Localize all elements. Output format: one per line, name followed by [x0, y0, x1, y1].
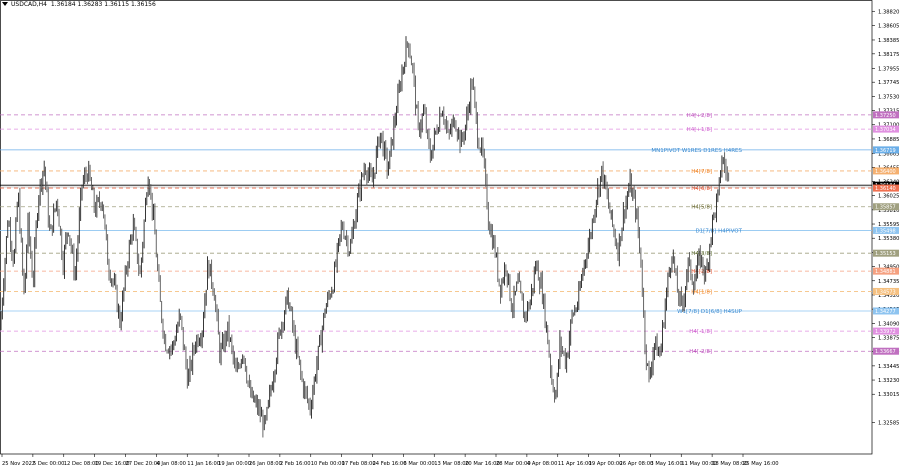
- level-label: H4[7/8]: [691, 169, 712, 175]
- x-tick-label: 5 Dec 00:00: [33, 461, 65, 467]
- candles: [0, 36, 730, 438]
- plot-frame: [0, 0, 873, 455]
- y-tick-label: 1.37745: [878, 80, 899, 86]
- x-tick-label: 19 Jan 00:00: [218, 461, 251, 467]
- price-tag-label: 1.36140: [875, 186, 896, 192]
- x-tick-label: 4 Apr 08:00: [527, 461, 558, 467]
- y-tick-label: 1.34090: [878, 321, 899, 327]
- price-tag-label: 1.33972: [875, 329, 896, 335]
- y-tick-label: 1.37530: [878, 94, 899, 100]
- x-tick-label: 10 Feb 00:00: [311, 461, 345, 467]
- x-tick-label: 11 Jan 16:00: [187, 461, 220, 467]
- level-lines: H4[+2/8] H4[+1/8] MN1PIVOT W1RES D1RES H4R…: [0, 113, 872, 355]
- level-label: D1[7/8] H4PIVOT: [695, 228, 742, 234]
- x-tick-label: 25 May 16:00: [743, 461, 779, 467]
- price-tag-label: 1.37250: [875, 113, 896, 119]
- y-tick-label: 1.38820: [878, 9, 899, 15]
- y-tick-label: 1.33875: [878, 336, 899, 342]
- x-tick-label: 25 Nov 2022: [2, 461, 35, 467]
- x-tick-label: 20 Mar 16:00: [465, 461, 500, 467]
- price-tag-label: 1.37034: [875, 127, 896, 133]
- price-tag-label: 1.35153: [875, 251, 896, 257]
- level-label: H4[5/8]: [691, 205, 712, 211]
- x-tick-label: 4 Jan 08:00: [156, 461, 186, 467]
- chevron-down-icon[interactable]: [2, 2, 8, 6]
- price-tag-label: 1.36400: [875, 169, 896, 175]
- y-tick-label: 1.33445: [878, 364, 899, 370]
- price-tags: 1.372501.370341.367191.364001.361841.361…: [873, 111, 899, 355]
- y-tick-label: 1.38385: [878, 38, 899, 44]
- y-tick-label: 1.32585: [878, 421, 899, 427]
- y-tick-label: 1.38605: [878, 23, 899, 29]
- price-tag-label: 1.36719: [875, 148, 896, 154]
- price-tag-label: 1.34277: [875, 309, 896, 315]
- ohlc-values: 1.36184 1.36283 1.36115 1.36156: [50, 1, 156, 8]
- y-tick-label: 1.34735: [878, 279, 899, 285]
- x-tick-label: 26 Jan 08:00: [249, 461, 282, 467]
- chart-header: USDCAD,H4 1.36184 1.36283 1.36115 1.3615…: [2, 1, 156, 8]
- x-tick-label: 19 Dec 16:00: [95, 461, 130, 467]
- x-tick-label: 12 Dec 08:00: [64, 461, 99, 467]
- y-tick-label: 1.33015: [878, 392, 899, 398]
- x-tick-label: 11 Apr 16:00: [558, 461, 592, 467]
- y-tick-label: 1.38175: [878, 52, 899, 58]
- x-tick-label: 13 Mar 08:00: [434, 461, 469, 467]
- price-tag-label: 1.35857: [875, 205, 896, 211]
- level-label: H4[-1/8]: [689, 329, 712, 335]
- level-label: H4[-2/8]: [689, 349, 712, 355]
- x-tick-label: 26 Apr 08:00: [620, 461, 654, 467]
- chart-area[interactable]: USDCAD,H4 1.36184 1.36283 1.36115 1.3615…: [0, 0, 900, 468]
- x-tick-label: 24 Feb 16:00: [373, 461, 407, 467]
- level-label: MN1PIVOT W1RES D1RES H4RES: [651, 148, 742, 154]
- x-tick-label: 27 Dec 20:00: [126, 461, 161, 467]
- x-tick-label: 3 May 16:00: [650, 461, 682, 467]
- candlestick-chart[interactable]: H4[+2/8] H4[+1/8] MN1PIVOT W1RES D1RES H4R…: [0, 0, 900, 468]
- x-tick-label: 19 Apr 00:00: [589, 461, 623, 467]
- x-tick-label: 6 Mar 00:00: [403, 461, 434, 467]
- y-axis: 1.38820 1.38605 1.38385 1.38175 1.37955 1.377…: [872, 9, 899, 427]
- x-axis: 25 Nov 20225 Dec 00:00 12 Dec 08:0019 Dec…: [1, 454, 779, 467]
- y-tick-label: 1.33230: [878, 378, 899, 384]
- price-tag-label: 1.35498: [875, 228, 896, 234]
- level-label: H4[2/8]: [691, 269, 712, 275]
- price-tag-label: 1.33667: [875, 349, 896, 355]
- level-label: H4[+2/8]: [687, 113, 712, 119]
- level-label: H4[+1/8]: [687, 127, 712, 133]
- symbol-timeframe: USDCAD,H4: [11, 1, 47, 8]
- price-tag-label: 1.34881: [875, 269, 896, 275]
- x-tick-label: 28 Mar 00:00: [496, 461, 531, 467]
- level-label: H4[1/8]: [691, 289, 712, 295]
- y-tick-label: 1.36025: [878, 194, 899, 200]
- y-tick-label: 1.37955: [878, 66, 899, 72]
- level-label: W1[7/8] D1[6/8] H4SUP: [677, 309, 743, 315]
- price-tag-label: 1.34573: [875, 289, 896, 295]
- x-tick-label: 17 Feb 08:00: [342, 461, 376, 467]
- x-tick-label: 2 Feb 16:00: [280, 461, 311, 467]
- y-tick-label: 1.36885: [878, 137, 899, 143]
- y-tick-label: 1.35380: [878, 236, 899, 242]
